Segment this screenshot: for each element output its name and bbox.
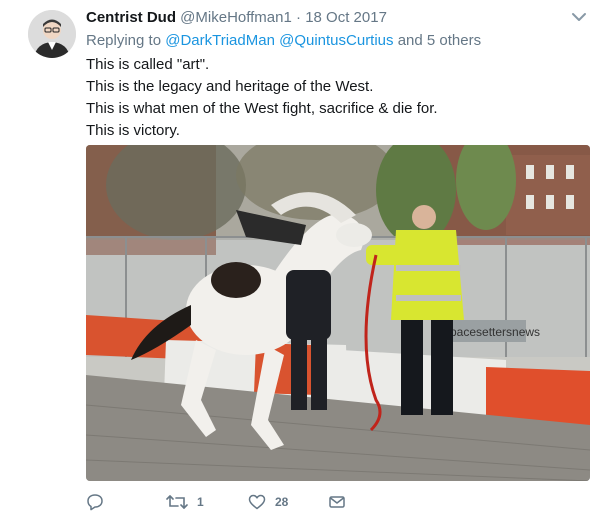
fence-sign-text: pacesettersnews bbox=[450, 325, 540, 339]
photo-image: pacesettersnews bbox=[86, 145, 590, 481]
mention-link[interactable]: @DarkTriadMan bbox=[165, 32, 275, 49]
envelope-icon bbox=[329, 496, 345, 508]
display-name[interactable]: Centrist Dud bbox=[86, 9, 176, 26]
chevron-down-icon[interactable] bbox=[570, 10, 588, 24]
retweet-action[interactable]: 1 bbox=[166, 490, 204, 514]
heart-icon bbox=[248, 494, 266, 510]
reply-action[interactable] bbox=[86, 490, 104, 514]
tweet-card: Centrist Dud @MikeHoffman1 · 18 Oct 2017… bbox=[0, 0, 614, 523]
timestamp[interactable]: 18 Oct 2017 bbox=[305, 9, 387, 26]
tweet-photo[interactable]: pacesettersnews bbox=[86, 145, 590, 481]
replying-to-label: Replying to bbox=[86, 32, 162, 49]
tweet-text: This is called "art". This is the legacy… bbox=[86, 54, 438, 142]
avatar-image bbox=[28, 10, 76, 58]
others-label[interactable]: and 5 others bbox=[398, 32, 481, 49]
separator-dot: · bbox=[296, 9, 302, 26]
tweet-text-line: This is victory. bbox=[86, 122, 180, 139]
retweet-count: 1 bbox=[197, 495, 204, 509]
tweet-header: Centrist Dud @MikeHoffman1 · 18 Oct 2017 bbox=[86, 8, 387, 28]
direct-message-action[interactable] bbox=[328, 490, 346, 514]
tweet-text-line: This is what men of the West fight, sacr… bbox=[86, 100, 438, 117]
tweet-actions: 1 28 bbox=[86, 490, 486, 514]
replying-to: Replying to @DarkTriadMan @QuintusCurtiu… bbox=[86, 31, 481, 51]
reply-icon bbox=[87, 494, 103, 511]
avatar[interactable] bbox=[28, 10, 76, 58]
retweet-icon bbox=[166, 495, 188, 509]
tweet-text-line: This is the legacy and heritage of the W… bbox=[86, 78, 374, 95]
tweet-text-line: This is called "art". bbox=[86, 56, 210, 73]
mention-link[interactable]: @QuintusCurtius bbox=[279, 32, 393, 49]
like-action[interactable]: 28 bbox=[248, 490, 288, 514]
like-count: 28 bbox=[275, 495, 289, 509]
user-handle[interactable]: @MikeHoffman1 bbox=[180, 9, 292, 26]
